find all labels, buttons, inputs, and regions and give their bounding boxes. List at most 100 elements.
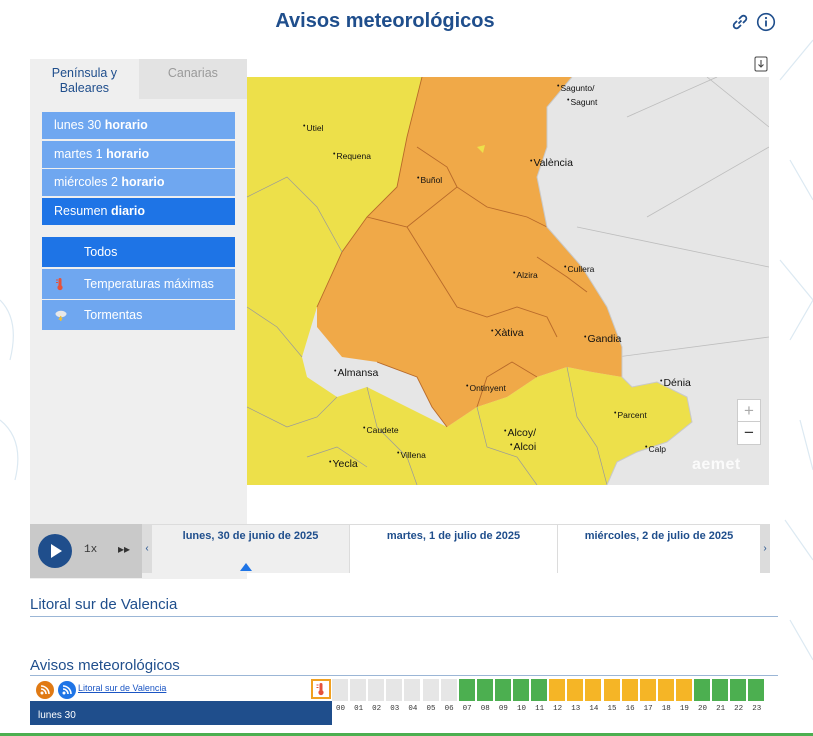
hour-cell bbox=[621, 679, 639, 701]
zone-title: Litoral sur de Valencia bbox=[30, 596, 178, 613]
place-label: Ontinyent bbox=[466, 383, 505, 393]
timeline-day-tabs: ‹ lunes, 30 de junio de 2025 martes, 1 d… bbox=[142, 524, 770, 573]
storm-icon bbox=[54, 300, 70, 330]
place-label: Alzira bbox=[513, 270, 537, 280]
hour-label: 20 bbox=[697, 705, 707, 713]
place-label: Cullera bbox=[564, 264, 594, 274]
hour-cell bbox=[350, 679, 368, 701]
zone-link[interactable]: Litoral sur de Valencia bbox=[78, 683, 166, 693]
timeline-day-2[interactable]: miércoles, 2 de julio de 2025 bbox=[557, 525, 760, 573]
warning-map[interactable]: Sagunto/ Sagunt Utiel Requena València B… bbox=[247, 77, 769, 485]
temperature-warning-icon bbox=[311, 679, 331, 699]
fast-forward-icon[interactable]: ▸▸ bbox=[118, 542, 130, 556]
filter-todos[interactable]: Todos bbox=[42, 237, 235, 267]
hour-label: 16 bbox=[625, 705, 635, 713]
hour-label: 01 bbox=[354, 705, 364, 713]
hour-label: 17 bbox=[643, 705, 653, 713]
place-label: Calp bbox=[645, 444, 665, 454]
filter-tormentas[interactable]: Tormentas bbox=[42, 300, 235, 330]
warning-hours-row: Litoral sur de Valencia lunes 30 00 01 02 0… bbox=[30, 677, 770, 725]
zoom-in-button[interactable]: + bbox=[738, 400, 760, 422]
day-label: lunes 30 bbox=[38, 710, 76, 721]
day-item-martes[interactable]: martes 1 horario bbox=[42, 140, 235, 168]
hour-label: 08 bbox=[480, 705, 490, 713]
hour-cell bbox=[712, 679, 730, 701]
place-label: Dénia bbox=[660, 377, 690, 389]
place-label: Yecla bbox=[329, 458, 357, 470]
place-label: Alcoi bbox=[510, 441, 536, 453]
avisos-section-title: Avisos meteorológicos bbox=[30, 657, 180, 674]
animation-player: 1x ▸▸ bbox=[30, 524, 142, 578]
hour-cell bbox=[549, 679, 567, 701]
divider bbox=[30, 675, 778, 676]
hour-label: 06 bbox=[444, 705, 454, 713]
info-icon[interactable] bbox=[756, 12, 776, 37]
hour-label: 02 bbox=[372, 705, 382, 713]
filter-list: Todos Temperaturas máximas Tormentas bbox=[42, 237, 235, 332]
hour-label: 23 bbox=[752, 705, 762, 713]
place-label: Caudete bbox=[363, 425, 398, 435]
hour-cell bbox=[657, 679, 675, 701]
place-label: Utiel bbox=[303, 123, 323, 133]
zoom-control: + − bbox=[737, 399, 761, 445]
hour-label: 00 bbox=[335, 705, 345, 713]
zoom-out-button[interactable]: − bbox=[738, 422, 760, 444]
day-item-resumen[interactable]: Resumen diario bbox=[42, 197, 235, 225]
hour-label: 21 bbox=[716, 705, 726, 713]
rss-zone-icon[interactable] bbox=[58, 681, 76, 699]
link-icon[interactable] bbox=[730, 12, 750, 37]
download-icon[interactable] bbox=[754, 56, 768, 72]
play-button[interactable] bbox=[38, 534, 72, 568]
hour-label: 07 bbox=[462, 705, 472, 713]
speed-label[interactable]: 1x bbox=[84, 544, 97, 556]
day-list: lunes 30 horario martes 1 horario miérco… bbox=[42, 112, 235, 226]
hour-cell bbox=[458, 679, 476, 701]
hour-cell bbox=[368, 679, 386, 701]
hour-cell bbox=[440, 679, 458, 701]
place-label: Almansa bbox=[334, 367, 378, 379]
hour-cell bbox=[386, 679, 404, 701]
place-label: Gandia bbox=[584, 333, 621, 345]
hour-label: 15 bbox=[607, 705, 617, 713]
hour-label: 14 bbox=[589, 705, 599, 713]
hour-cell bbox=[675, 679, 693, 701]
hour-cell bbox=[730, 679, 748, 701]
timeline-next-button[interactable]: › bbox=[760, 525, 770, 573]
hour-cell bbox=[585, 679, 603, 701]
hour-cell bbox=[748, 679, 766, 701]
hour-cell bbox=[422, 679, 440, 701]
hour-cell bbox=[567, 679, 585, 701]
place-label: Requena bbox=[333, 151, 371, 161]
place-label: Buñol bbox=[417, 175, 442, 185]
day-item-miercoles[interactable]: miércoles 2 horario bbox=[42, 169, 235, 196]
timeline-marker bbox=[240, 563, 252, 571]
hour-label: 12 bbox=[553, 705, 563, 713]
hour-cell bbox=[513, 679, 530, 701]
aemet-logo: aemet bbox=[692, 456, 741, 474]
hour-label: 04 bbox=[408, 705, 418, 713]
rss-icon[interactable] bbox=[36, 681, 54, 699]
left-panel: Península y Baleares Canarias lunes 30 h… bbox=[30, 59, 247, 579]
filter-temperaturas-maximas[interactable]: Temperaturas máximas bbox=[42, 268, 235, 299]
day-item-lunes[interactable]: lunes 30 horario bbox=[42, 112, 235, 139]
timeline-prev-button[interactable]: ‹ bbox=[142, 525, 152, 573]
hour-cell bbox=[531, 679, 549, 701]
hour-label: 19 bbox=[679, 705, 689, 713]
tab-peninsula-baleares[interactable]: Península y Baleares bbox=[30, 59, 139, 99]
place-label: Villena bbox=[397, 450, 425, 460]
aemet-logo-text: aemet bbox=[692, 456, 741, 473]
divider bbox=[30, 616, 778, 617]
place-label: Sagunt bbox=[563, 97, 597, 107]
hour-cell bbox=[639, 679, 657, 701]
hour-cell bbox=[404, 679, 422, 701]
hour-label: 11 bbox=[535, 705, 545, 713]
tab-canarias[interactable]: Canarias bbox=[138, 59, 247, 99]
place-label: Xàtiva bbox=[491, 327, 523, 339]
hour-label: 03 bbox=[390, 705, 400, 713]
thermometer-icon bbox=[54, 269, 70, 299]
place-label: Alcoy/ bbox=[504, 427, 536, 439]
hour-label: 22 bbox=[734, 705, 744, 713]
timeline-day-1[interactable]: martes, 1 de julio de 2025 bbox=[349, 525, 557, 573]
hour-label: 05 bbox=[426, 705, 436, 713]
map-regions bbox=[247, 77, 769, 485]
